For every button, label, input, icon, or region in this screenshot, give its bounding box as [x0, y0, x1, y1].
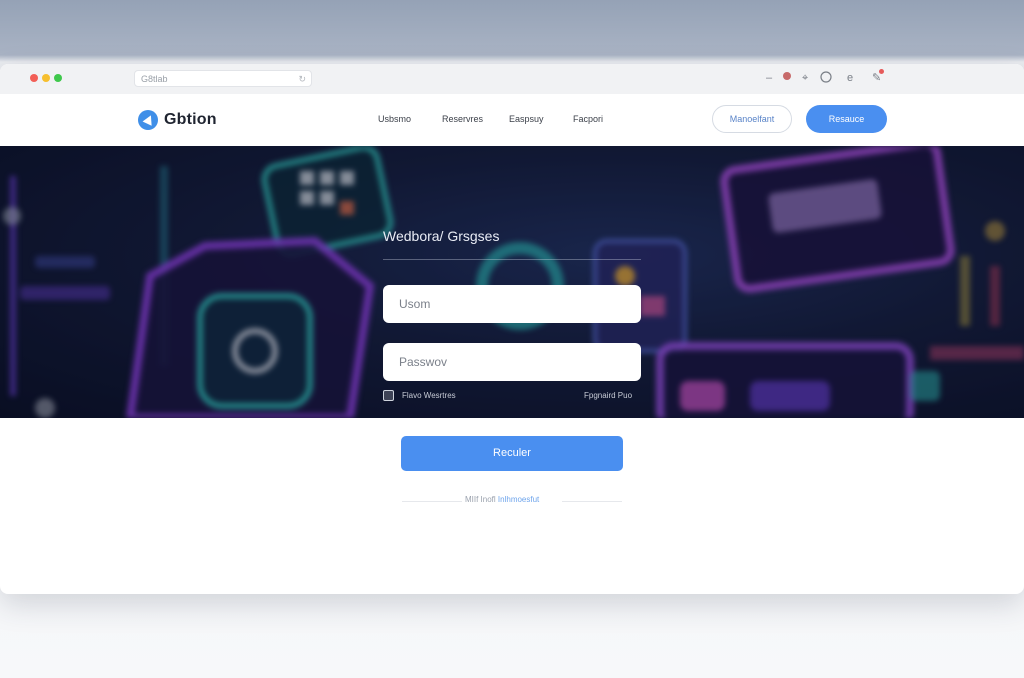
- username-input[interactable]: [383, 285, 641, 323]
- e-icon[interactable]: e: [847, 71, 853, 85]
- brand-logo[interactable]: Gbtion: [138, 109, 217, 131]
- brand-name: Gbtion: [164, 111, 217, 128]
- site-header: Gbtion Usbsmo Reservres Easpsuy Facpori …: [0, 94, 1024, 147]
- close-window-button[interactable]: [30, 74, 38, 82]
- address-bar[interactable]: G8tlab ↻: [134, 70, 312, 87]
- footer-link[interactable]: Inlhmoesfut: [498, 495, 539, 504]
- logo-icon: [138, 110, 158, 130]
- secondary-header-button[interactable]: Manoelfant: [712, 105, 792, 133]
- remember-label: Flavo Wesrtres: [402, 391, 456, 400]
- maximize-window-button[interactable]: [54, 74, 62, 82]
- primary-header-button[interactable]: Resauce: [806, 105, 887, 133]
- reload-icon[interactable]: ↻: [298, 71, 306, 88]
- password-input[interactable]: [383, 343, 641, 381]
- minus-icon[interactable]: –: [766, 71, 772, 85]
- address-text: G8tlab: [141, 74, 168, 84]
- browser-window: G8tlab ↻ – ⌖ e ✎ Gbtion Usbsmo Reservres…: [0, 64, 1024, 594]
- nav-link-1[interactable]: Usbsmo: [378, 114, 411, 124]
- circle-icon[interactable]: [820, 71, 832, 87]
- pin-icon[interactable]: ⌖: [802, 71, 808, 85]
- title-divider: [383, 259, 641, 260]
- notification-badge: [879, 69, 885, 74]
- footer-divider-left: [402, 501, 462, 502]
- browser-toolbar: G8tlab ↻ – ⌖ e ✎: [0, 64, 1024, 95]
- forgot-password-link[interactable]: Fpgnaird Puo: [584, 391, 632, 400]
- remember-checkbox[interactable]: [383, 390, 394, 401]
- nav-link-4[interactable]: Facpori: [573, 114, 603, 124]
- submit-button[interactable]: Reculer: [401, 436, 623, 471]
- nav-link-3[interactable]: Easpsuy: [509, 114, 544, 124]
- footer-note: MIIf Inofl Inlhmoesfut: [465, 495, 539, 504]
- pen-icon[interactable]: ✎: [872, 69, 885, 85]
- login-title: Wedbora/ Grsgses: [383, 228, 500, 244]
- footer-prefix: MIIf Inofl: [465, 495, 496, 504]
- remember-me[interactable]: Flavo Wesrtres: [383, 390, 456, 401]
- footer-divider-right: [562, 501, 622, 502]
- minimize-window-button[interactable]: [42, 74, 50, 82]
- nav-link-2[interactable]: Reservres: [442, 114, 483, 124]
- record-icon[interactable]: [782, 71, 792, 85]
